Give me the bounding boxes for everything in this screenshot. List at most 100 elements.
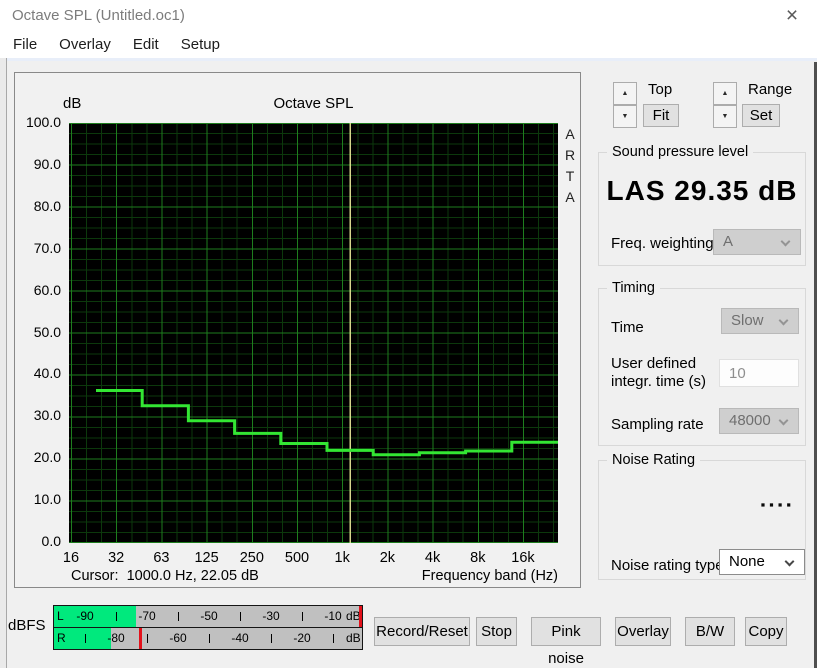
meter-tick bbox=[178, 612, 179, 621]
x-tick-label: 125 bbox=[194, 550, 219, 566]
sampling-rate-combo[interactable]: 48000 bbox=[719, 408, 799, 434]
pink-noise-button[interactable]: Pink noise bbox=[531, 617, 601, 667]
menubar-accent-line bbox=[0, 58, 817, 61]
y-tick-label: 10.0 bbox=[33, 491, 61, 508]
meter-tick bbox=[333, 634, 334, 643]
spl-group-title: Sound pressure level bbox=[607, 144, 754, 160]
integr-time-label-line2: integr. time (s) bbox=[611, 373, 707, 390]
meter-row-l: -90 -70 -50 -30 -10 LdB bbox=[53, 605, 363, 628]
meter-scale-label: -60 bbox=[169, 631, 187, 645]
time-combo[interactable]: Slow bbox=[721, 308, 799, 334]
meter-channel-label: L bbox=[57, 609, 64, 623]
meter-tick bbox=[147, 634, 148, 643]
x-tick-label: 32 bbox=[108, 550, 125, 566]
chart-title: Octave SPL bbox=[273, 95, 354, 112]
record-reset-button[interactable]: Record/Reset bbox=[374, 617, 470, 646]
close-icon[interactable]: × bbox=[778, 4, 806, 28]
menu-item-edit[interactable]: Edit bbox=[122, 32, 170, 58]
range-spinner: ▲ ▼ bbox=[713, 82, 737, 128]
copy-button[interactable]: Copy bbox=[745, 617, 787, 646]
top-label: Top bbox=[648, 81, 673, 98]
x-tick-label: 2k bbox=[379, 550, 396, 566]
meter-peak-indicator bbox=[359, 606, 362, 627]
meter-scale-label: -40 bbox=[231, 631, 249, 645]
x-tick-label: 16 bbox=[62, 550, 80, 566]
y-tick-label: 0.0 bbox=[41, 533, 61, 549]
x-tick-label: 4k bbox=[424, 550, 441, 566]
timing-group-title: Timing bbox=[607, 280, 660, 296]
y-tick-label: 80.0 bbox=[33, 197, 61, 214]
meter-bar-l bbox=[54, 606, 137, 627]
spl-value: LAS 29.35 dB bbox=[606, 175, 798, 206]
noise-rating-group-title: Noise Rating bbox=[607, 452, 701, 468]
set-button[interactable]: Set bbox=[742, 104, 780, 127]
y-tick-label: 50.0 bbox=[33, 323, 61, 340]
left-edge-strip bbox=[0, 58, 7, 668]
top-spinner-down-icon[interactable]: ▼ bbox=[613, 105, 637, 128]
stop-button[interactable]: Stop bbox=[476, 617, 517, 646]
meter-tick bbox=[302, 612, 303, 621]
noise-rating-value-dots: ▪▪▪▪ bbox=[760, 497, 795, 512]
meter-peak-indicator bbox=[139, 628, 143, 649]
fit-button[interactable]: Fit bbox=[643, 104, 679, 127]
y-tick-label: 60.0 bbox=[33, 281, 61, 298]
x-tick-label: 500 bbox=[284, 550, 310, 566]
menu-bar: File Overlay Edit Setup bbox=[0, 32, 817, 58]
menu-item-overlay[interactable]: Overlay bbox=[48, 32, 122, 58]
meter-scale-label: -20 bbox=[293, 631, 311, 645]
noise-rating-group: Noise Rating ▪▪▪▪ Noise rating type None bbox=[598, 452, 806, 580]
b-w-button[interactable]: B/W bbox=[685, 617, 735, 646]
sampling-rate-label: Sampling rate bbox=[611, 416, 704, 433]
range-spinner-up-icon[interactable]: ▲ bbox=[713, 82, 737, 105]
freq-weighting-label: Freq. weighting bbox=[611, 235, 714, 252]
top-spinner: ▲ ▼ bbox=[613, 82, 637, 128]
time-label: Time bbox=[611, 319, 644, 336]
y-tick-label: 40.0 bbox=[33, 365, 61, 382]
arta-watermark: ARTA bbox=[564, 126, 576, 205]
integr-time-label-line1: User defined bbox=[611, 355, 697, 372]
range-spinner-down-icon[interactable]: ▼ bbox=[713, 105, 737, 128]
range-label: Range bbox=[748, 81, 793, 98]
title-bar: Octave SPL (Untitled.oc1) × bbox=[0, 0, 817, 32]
noise-rating-type-combo[interactable]: None bbox=[719, 549, 805, 575]
meter-scale-label: -10 bbox=[324, 609, 342, 623]
meter-tick bbox=[85, 634, 86, 643]
meter-scale-label: -70 bbox=[138, 609, 156, 623]
x-tick-label: 250 bbox=[239, 550, 264, 566]
overlay-button[interactable]: Overlay bbox=[615, 617, 671, 646]
noise-rating-type-label: Noise rating type bbox=[611, 557, 724, 574]
freq-weighting-combo[interactable]: A bbox=[713, 229, 801, 255]
integr-time-input[interactable] bbox=[719, 359, 799, 387]
y-tick-label: 20.0 bbox=[33, 449, 61, 466]
x-tick-label: 16k bbox=[511, 550, 535, 566]
timing-group: Timing Time Slow User defined integr. ti… bbox=[598, 280, 806, 446]
spl-group: Sound pressure level LAS 29.35 dB Freq. … bbox=[598, 144, 806, 266]
window-title: Octave SPL (Untitled.oc1) bbox=[12, 7, 185, 24]
level-meter: -90 -70 -50 -30 -10 LdB -80 -60 -40 -20 RdB bbox=[53, 605, 363, 650]
arta-octave-spl-window: Octave SPL (Untitled.oc1) × File Overlay E… bbox=[0, 0, 817, 668]
x-tick-label: 8k bbox=[470, 550, 486, 566]
y-tick-label: 30.0 bbox=[33, 407, 61, 424]
chart-panel: dB Octave SPL ARTA 100.0 90.0 80.0 70.0 60.0… bbox=[14, 72, 581, 588]
cursor-readout: Cursor: 1000.0 Hz, 22.05 dB bbox=[71, 568, 259, 584]
meter-tick bbox=[240, 612, 241, 621]
meter-channel-label: R bbox=[57, 631, 66, 645]
meter-tick bbox=[116, 612, 117, 621]
menu-item-file[interactable]: File bbox=[2, 32, 48, 58]
y-tick-label: 70.0 bbox=[33, 239, 61, 256]
octave-spl-plot[interactable] bbox=[69, 123, 558, 543]
y-tick-label: 100.0 bbox=[25, 114, 61, 130]
x-tick-label: 1k bbox=[334, 550, 350, 566]
meter-scale-label: -50 bbox=[200, 609, 218, 623]
menu-item-setup[interactable]: Setup bbox=[170, 32, 231, 58]
x-axis-title: Frequency band (Hz) bbox=[421, 568, 558, 584]
meter-tick bbox=[209, 634, 210, 643]
meter-scale-label: -80 bbox=[107, 631, 125, 645]
meter-unit-label: dB bbox=[346, 631, 361, 645]
meter-scale-label: -90 bbox=[76, 609, 94, 623]
meter-row-r: -80 -60 -40 -20 RdB bbox=[53, 627, 363, 650]
meter-scale-label: -30 bbox=[262, 609, 280, 623]
x-tick-label: 63 bbox=[153, 550, 170, 566]
top-spinner-up-icon[interactable]: ▲ bbox=[613, 82, 637, 105]
dbfs-label: dBFS bbox=[8, 617, 46, 634]
